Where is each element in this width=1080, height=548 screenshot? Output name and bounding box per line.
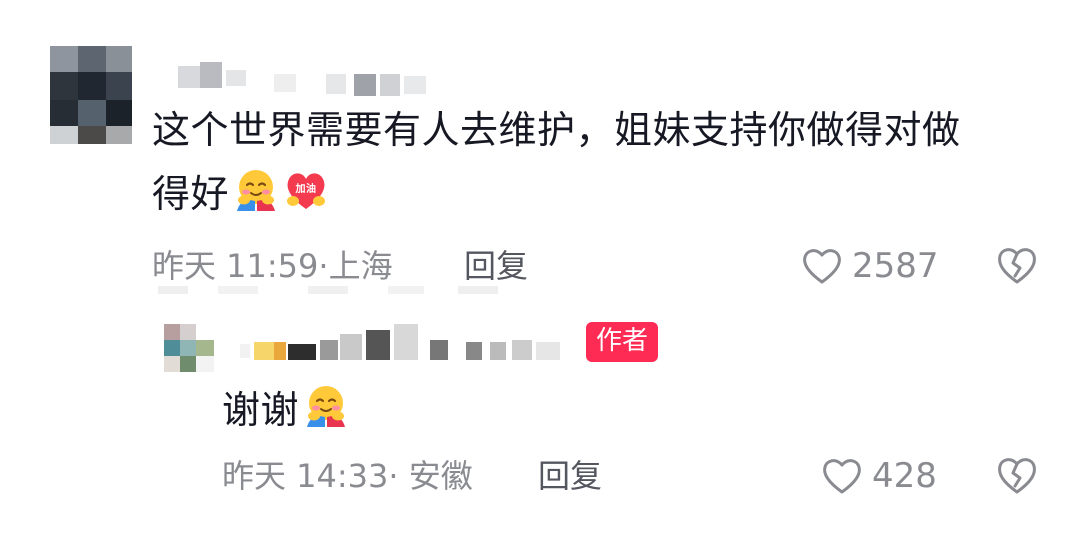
reply-timestamp: 昨天 14:33 <box>222 457 389 495</box>
comment-timestamp: 昨天 11:59 <box>152 247 319 285</box>
author-badge: 作者 <box>586 322 659 362</box>
jiayou-label: 加油 <box>295 182 317 195</box>
reply-like-count: 428 <box>872 456 937 496</box>
reply-text: 谢谢 <box>222 378 349 442</box>
comment-like-button[interactable]: 2587 <box>800 242 939 290</box>
heart-icon <box>800 244 844 288</box>
heart-icon <box>820 454 864 498</box>
broken-heart-icon <box>998 248 1036 284</box>
reply-reply-button[interactable]: 回复 <box>538 454 602 498</box>
reply-like-button[interactable]: 428 <box>820 452 937 500</box>
reply-meta: 昨天 14:33· 安徽 <box>222 457 473 495</box>
reply-username-obscured[interactable] <box>240 324 570 364</box>
comment-text-line2-text: 得好 <box>152 172 230 216</box>
comment-dislike-button[interactable] <box>994 242 1042 290</box>
broken-heart-icon <box>998 458 1036 494</box>
reply-avatar[interactable] <box>164 324 214 372</box>
hugging-face-icon <box>233 167 279 213</box>
comment-meta: 昨天 11:59·上海 <box>152 247 393 285</box>
comment-text: 这个世界需要有人去维护，姐妹支持你做得对做 得好 加油 <box>152 98 1052 226</box>
hugging-face-icon <box>303 383 349 429</box>
comment-reply-button[interactable]: 回复 <box>464 244 528 288</box>
comment-like-count: 2587 <box>852 246 939 286</box>
reply-text-content: 谢谢 <box>222 388 300 432</box>
reply-dislike-button[interactable] <box>994 452 1042 500</box>
comment-text-line1: 这个世界需要有人去维护，姐妹支持你做得对做 <box>152 108 961 152</box>
jiayou-heart-icon: 加油 <box>283 167 329 213</box>
comment-text-line2: 得好 加油 <box>152 162 1052 226</box>
username-obscured[interactable] <box>178 62 438 100</box>
reply-location: 安徽 <box>408 457 473 495</box>
comment-location: 上海 <box>328 247 393 285</box>
avatar[interactable] <box>50 46 132 144</box>
